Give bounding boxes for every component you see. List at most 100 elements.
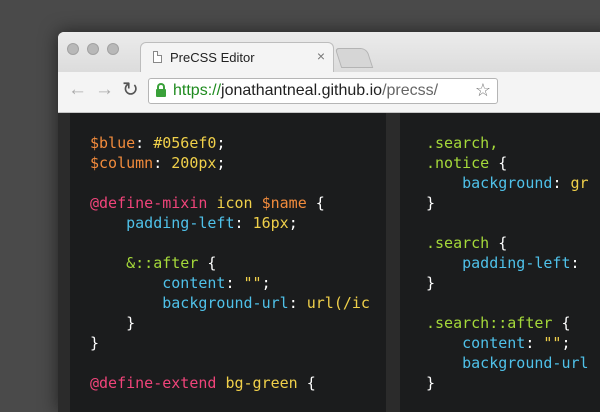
code-line: @define-extend bg-green { [90, 373, 370, 393]
new-tab-button[interactable] [334, 48, 374, 68]
minimize-window-button[interactable] [87, 43, 99, 55]
url-text: https://jonathantneal.github.io/precss/ [173, 82, 438, 100]
code-token: ; [561, 334, 571, 352]
code-token: background [462, 174, 553, 192]
back-icon[interactable]: ← [68, 79, 87, 101]
code-token: 16px [252, 214, 289, 232]
output-code: .search, .notice { background: gr} .searc… [426, 133, 589, 393]
code-token: : [153, 154, 172, 172]
code-token: : [552, 174, 571, 192]
code-token: bg-green [225, 374, 298, 392]
code-token: } [426, 274, 436, 292]
code-token: background-url [162, 294, 289, 312]
code-token: ; [288, 214, 298, 232]
code-token: : [570, 254, 580, 272]
tab-precss-editor[interactable]: PreCSS Editor × [140, 42, 334, 72]
code-token: } [90, 334, 100, 352]
code-token: } [426, 374, 436, 392]
code-token: ; [216, 154, 226, 172]
code-token: { [489, 234, 508, 252]
code-token: .search::after [426, 314, 553, 332]
code-line: background-url: url(/ic [90, 293, 370, 313]
tab-title: PreCSS Editor [170, 50, 255, 65]
code-line: } [426, 273, 589, 293]
code-token: url(/ic [306, 294, 370, 312]
code-line: $blue: #056ef0; [90, 133, 370, 153]
code-token: padding-left [462, 254, 571, 272]
reload-icon[interactable]: ↻ [122, 77, 139, 102]
code-token: { [489, 154, 508, 172]
close-window-button[interactable] [67, 43, 79, 55]
code-line: } [426, 193, 589, 213]
code-token: content [162, 274, 226, 292]
editor-area: $blue: #056ef0; $column: 200px; @define-m… [58, 113, 600, 412]
code-token: ; [261, 274, 271, 292]
close-tab-icon[interactable]: × [317, 48, 325, 64]
code-token: : [525, 334, 544, 352]
code-token: : [225, 274, 244, 292]
code-line: .search, [426, 133, 589, 153]
code-token: } [426, 194, 436, 212]
code-token: icon [216, 194, 253, 212]
code-token: "" [243, 274, 262, 292]
bookmark-star-icon[interactable]: ☆ [475, 80, 491, 101]
code-token: { [297, 374, 316, 392]
url-host: jonathantneal.github.io [221, 82, 383, 99]
code-line: &::after { [90, 253, 370, 273]
code-token: } [90, 314, 136, 332]
lock-icon [156, 83, 166, 97]
page-icon [153, 51, 162, 63]
address-bar[interactable]: https://jonathantneal.github.io/precss/ … [148, 78, 498, 104]
code-token: : [234, 214, 253, 232]
code-token: &::after [126, 254, 199, 272]
code-token: ; [216, 134, 226, 152]
browser-window: PreCSS Editor × ← → ↻ https://jonathantn… [58, 32, 600, 412]
zoom-window-button[interactable] [107, 43, 119, 55]
code-line: background: gr [426, 173, 589, 193]
code-token: $column [90, 154, 154, 172]
code-token: .search, [426, 134, 499, 152]
input-code-pane[interactable]: $blue: #056ef0; $column: 200px; @define-m… [70, 113, 386, 412]
code-token: padding-left [126, 214, 235, 232]
code-line: padding-left: [426, 253, 589, 273]
code-token: background-url [462, 354, 589, 372]
code-line: .search { [426, 233, 589, 253]
code-token: { [552, 314, 571, 332]
code-token: $blue [90, 134, 136, 152]
code-token: #056ef0 [153, 134, 217, 152]
forward-icon[interactable]: → [95, 79, 114, 101]
code-token: .search [426, 234, 490, 252]
code-token: .notice [426, 154, 490, 172]
url-scheme: https:// [173, 82, 222, 99]
input-code: $blue: #056ef0; $column: 200px; @define-m… [90, 133, 370, 393]
code-token: : [135, 134, 154, 152]
code-line: .search::after { [426, 313, 589, 333]
code-token: : [288, 294, 307, 312]
code-line: .notice { [426, 153, 589, 173]
code-line: } [90, 313, 370, 333]
code-token: $name [261, 194, 307, 212]
code-line: @define-mixin icon $name { [90, 193, 370, 213]
code-token: @define-extend [90, 374, 217, 392]
code-token: content [462, 334, 526, 352]
code-line: background-url [426, 353, 589, 373]
url-path: /precss/ [382, 82, 439, 99]
output-code-pane[interactable]: .search, .notice { background: gr} .searc… [400, 113, 600, 412]
code-token: gr [570, 174, 589, 192]
code-line: $column: 200px; [90, 153, 370, 173]
title-bar: PreCSS Editor × [58, 32, 600, 72]
code-line: } [426, 373, 589, 393]
code-line: content: ""; [426, 333, 589, 353]
